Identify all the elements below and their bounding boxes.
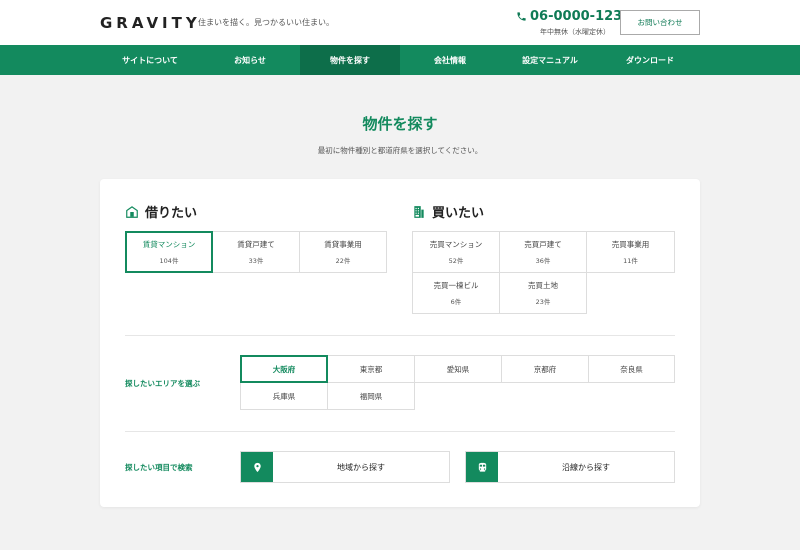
- rent-type-house[interactable]: 賃貸戸建て 33件: [212, 231, 300, 273]
- phone-number-text: 06-0000-1234: [530, 9, 632, 24]
- phone-number[interactable]: 06-0000-1234: [516, 9, 631, 24]
- search-card: 借りたい 賃貸マンション 104件 賃貸戸建て 33件 賃貸事業用 22件 買い…: [100, 179, 700, 507]
- area-label: 探したいエリアを選ぶ: [125, 379, 200, 388]
- buy-type-building[interactable]: 売買一棟ビル 6件: [412, 272, 500, 314]
- site-logo[interactable]: GRAVITY: [100, 14, 201, 32]
- nav-item-company[interactable]: 会社情報: [400, 45, 500, 75]
- property-type-name: 売買事業用: [611, 240, 650, 249]
- search-by-line-label: 沿線から探す: [562, 462, 610, 472]
- buy-type-apartment[interactable]: 売買マンション 52件: [412, 231, 500, 273]
- property-type-count: 52件: [448, 257, 464, 265]
- page-description: 最初に物件種別と都道府県を選択してください。: [317, 146, 483, 155]
- property-type-name: 賃貸戸建て: [237, 240, 275, 249]
- building-icon: [414, 205, 424, 218]
- property-type-name: 賃貸マンション: [142, 240, 196, 249]
- business-hours: 年中無休（水曜定休）: [540, 28, 610, 36]
- house-icon: [126, 205, 138, 218]
- rent-heading: 借りたい: [125, 202, 197, 221]
- nav-item-about[interactable]: サイトについて: [100, 45, 200, 75]
- buy-type-house[interactable]: 売買戸建て 36件: [499, 231, 587, 273]
- page-title: 物件を探す: [362, 115, 438, 133]
- property-type-name: 賃貸事業用: [324, 240, 362, 249]
- area-osaka[interactable]: 大阪府: [240, 355, 328, 383]
- map-pin-icon: [241, 452, 273, 482]
- property-type-count: 36件: [535, 257, 551, 265]
- property-type-count: 11件: [623, 257, 638, 265]
- buy-heading: 買いたい: [412, 202, 484, 221]
- buy-heading-label: 買いたい: [432, 206, 485, 221]
- search-by-region-label: 地域から探す: [337, 462, 385, 472]
- rent-type-business[interactable]: 賃貸事業用 22件: [299, 231, 387, 273]
- area-kyoto[interactable]: 京都府: [501, 355, 589, 383]
- property-type-count: 33件: [248, 257, 264, 265]
- property-type-count: 6件: [450, 298, 462, 306]
- nav-item-search-property[interactable]: 物件を探す: [300, 45, 400, 75]
- search-by-line-button[interactable]: 沿線から探す: [465, 451, 675, 483]
- property-type-count: 23件: [535, 298, 551, 306]
- area-nara[interactable]: 奈良県: [588, 355, 675, 383]
- rent-type-apartment[interactable]: 賃貸マンション 104件: [125, 231, 213, 273]
- property-type-name: 売買マンション: [429, 240, 483, 249]
- phone-icon: [517, 12, 526, 21]
- search-label: 探したい項目で検索: [125, 463, 193, 472]
- main-nav: サイトについて お知らせ 物件を探す 会社情報 設定マニュアル ダウンロード: [0, 45, 800, 75]
- contact-button[interactable]: お問い合わせ: [620, 10, 700, 35]
- area-tokyo[interactable]: 東京都: [327, 355, 415, 383]
- buy-type-land[interactable]: 売買土地 23件: [499, 272, 587, 314]
- property-type-name: 売買土地: [528, 281, 558, 290]
- search-by-region-button[interactable]: 地域から探す: [240, 451, 450, 483]
- area-fukuoka[interactable]: 福岡県: [327, 382, 415, 410]
- property-type-count: 104件: [159, 257, 179, 265]
- buy-type-business[interactable]: 売買事業用 11件: [586, 231, 675, 273]
- nav-item-download[interactable]: ダウンロード: [600, 45, 700, 75]
- property-type-count: 22件: [335, 257, 351, 265]
- site-header: GRAVITY 住まいを描く。見つかるいい住まい。 06-0000-1234 年…: [0, 0, 800, 45]
- rent-heading-label: 借りたい: [145, 206, 198, 221]
- property-type-name: 売買一棟ビル: [433, 281, 479, 290]
- property-type-name: 売買戸建て: [524, 240, 562, 249]
- area-hyogo[interactable]: 兵庫県: [240, 382, 328, 410]
- site-tagline: 住まいを描く。見つかるいい住まい。: [198, 18, 334, 27]
- section-divider: [125, 335, 675, 336]
- train-icon: [466, 452, 498, 482]
- nav-item-manual[interactable]: 設定マニュアル: [500, 45, 600, 75]
- nav-item-news[interactable]: お知らせ: [200, 45, 300, 75]
- area-aichi[interactable]: 愛知県: [414, 355, 502, 383]
- section-divider: [125, 431, 675, 432]
